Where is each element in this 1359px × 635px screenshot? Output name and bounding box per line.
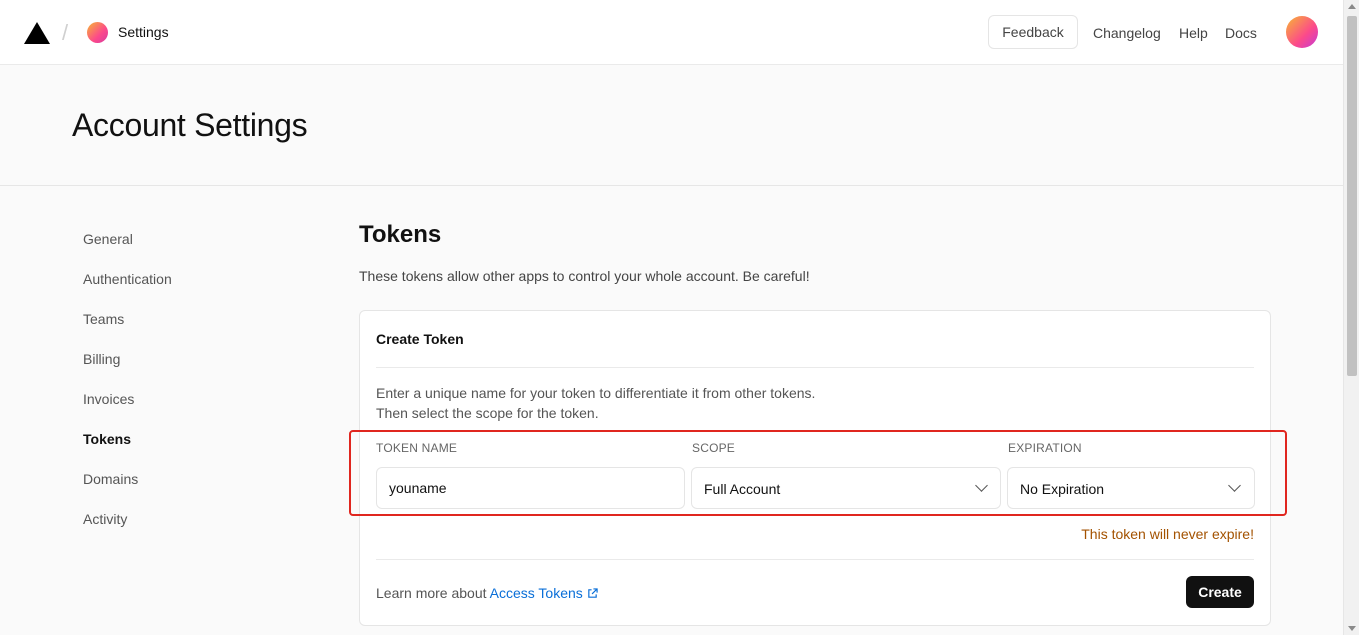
sidebar-item-general[interactable]: General	[83, 231, 133, 247]
nav-link-changelog[interactable]: Changelog	[1093, 25, 1161, 41]
sidebar-item-authentication[interactable]: Authentication	[83, 271, 172, 287]
chevron-down-icon	[1228, 479, 1241, 492]
chevron-down-icon	[975, 479, 988, 492]
team-avatar[interactable]	[87, 22, 108, 43]
page-scrollbar[interactable]	[1343, 0, 1359, 635]
access-tokens-link-label: Access Tokens	[489, 585, 583, 601]
expiration-selected-value: No Expiration	[1020, 481, 1105, 497]
sidebar-item-tokens[interactable]: Tokens	[83, 431, 131, 447]
scope-label: SCOPE	[692, 441, 736, 455]
create-token-help-line1: Enter a unique name for your token to di…	[376, 385, 816, 401]
divider	[376, 559, 1254, 560]
tokens-description: These tokens allow other apps to control…	[359, 268, 810, 284]
sidebar-item-domains[interactable]: Domains	[83, 471, 138, 487]
external-link-icon	[588, 588, 598, 598]
sidebar-item-billing[interactable]: Billing	[83, 351, 120, 367]
scroll-down-arrow-icon[interactable]	[1348, 626, 1356, 631]
learn-more-prefix: Learn more about	[376, 585, 490, 601]
breadcrumb-separator: /	[62, 20, 69, 45]
token-name-label: TOKEN NAME	[376, 441, 458, 455]
nav-link-help[interactable]: Help	[1179, 25, 1208, 41]
page-title: Account Settings	[72, 107, 308, 143]
tokens-title: Tokens	[359, 221, 442, 248]
scope-selected-value: Full Account	[704, 481, 781, 497]
top-nav: / Settings Feedback Changelog Help Docs	[0, 0, 1343, 65]
expiration-label: EXPIRATION	[1008, 441, 1082, 455]
sidebar-item-invoices[interactable]: Invoices	[83, 391, 134, 407]
create-token-title: Create Token	[376, 331, 464, 347]
divider	[376, 367, 1254, 368]
sidebar-item-activity[interactable]: Activity	[83, 511, 127, 527]
scope-select[interactable]: Full Account	[691, 467, 1001, 509]
token-name-input[interactable]	[376, 467, 685, 509]
scroll-up-arrow-icon[interactable]	[1348, 4, 1356, 9]
create-token-card: Create Token Enter a unique name for you…	[349, 310, 1287, 626]
create-button[interactable]: Create	[1186, 576, 1254, 608]
access-tokens-link[interactable]: Access Tokens	[490, 585, 598, 601]
learn-more-text: Learn more about Access Tokens	[376, 585, 598, 601]
user-avatar[interactable]	[1286, 16, 1318, 48]
expiration-warning: This token will never expire!	[1081, 526, 1254, 542]
feedback-button[interactable]: Feedback	[988, 15, 1078, 49]
breadcrumb-settings[interactable]: Settings	[118, 24, 169, 40]
nav-link-docs[interactable]: Docs	[1225, 25, 1257, 41]
triangle-logo-icon[interactable]	[24, 22, 50, 44]
expiration-select[interactable]: No Expiration	[1007, 467, 1255, 509]
page-header: Account Settings	[0, 65, 1343, 186]
create-token-help-line2: Then select the scope for the token.	[376, 405, 599, 421]
scroll-thumb[interactable]	[1347, 16, 1357, 376]
sidebar-item-teams[interactable]: Teams	[83, 311, 124, 327]
